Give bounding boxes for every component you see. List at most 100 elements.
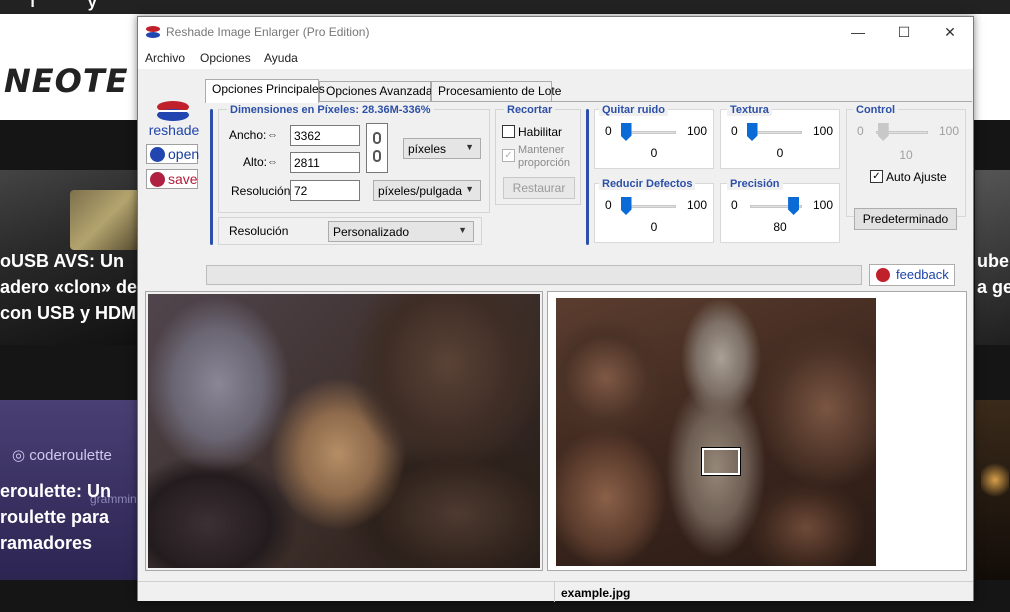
app-icon xyxy=(146,26,160,38)
control-slider[interactable]: Control 0 100 10 ✓ Auto Ajuste xyxy=(846,104,966,217)
full-image-pane[interactable] xyxy=(547,291,967,571)
precision-title: Precisión xyxy=(727,178,783,190)
slider-max: 100 xyxy=(687,124,708,138)
article-photo xyxy=(981,460,1009,500)
article-card[interactable] xyxy=(975,400,1010,580)
chain-link-toggle[interactable] xyxy=(366,123,388,173)
slider-max: 100 xyxy=(813,124,834,138)
status-divider xyxy=(554,582,555,602)
height-input[interactable]: 2811 xyxy=(290,152,360,173)
unit-select-value: píxeles xyxy=(408,142,447,156)
article-card[interactable]: oUSB AVS: Un adero «clon» de con USB y H… xyxy=(0,170,140,345)
slider-max: 100 xyxy=(939,124,960,138)
feedback-button[interactable]: feedback xyxy=(869,264,955,286)
restore-button[interactable]: Restaurar xyxy=(503,177,575,199)
keep-ratio-label: Mantener xyxy=(518,144,565,156)
open-icon xyxy=(150,147,165,162)
slider-min: 0 xyxy=(731,124,738,138)
default-button[interactable]: Predeterminado xyxy=(854,208,957,230)
tab-opciones-avanzadas[interactable]: Opciones Avanzadas xyxy=(319,81,439,101)
ladybug-icon xyxy=(876,268,890,282)
save-button[interactable]: save xyxy=(146,169,198,189)
section-accent xyxy=(210,109,213,245)
window-title: Reshade Image Enlarger (Pro Edition) xyxy=(166,25,370,39)
preset-group: Resolución Personalizado ▼ xyxy=(218,217,482,245)
section-accent xyxy=(586,109,589,245)
site-logo[interactable]: NEOTE xyxy=(4,62,129,100)
title-bar[interactable]: Reshade Image Enlarger (Pro Edition) — ☐… xyxy=(138,17,973,47)
article-title-line: oUSB AVS: Un xyxy=(0,251,124,271)
resolution-input[interactable]: 72 xyxy=(290,180,360,201)
zoom-preview-image xyxy=(148,294,540,568)
article-title-line: adero «clon» de xyxy=(0,277,138,297)
zoom-preview-pane[interactable] xyxy=(145,291,543,571)
unit-select[interactable]: píxeles ▼ xyxy=(403,138,481,159)
minimize-button[interactable]: — xyxy=(835,17,881,47)
article-brand: ◎ coderoulette xyxy=(12,447,112,464)
noise-slider[interactable]: Quitar ruido 0 100 0 xyxy=(594,104,714,169)
progress-bar xyxy=(206,265,862,285)
chevron-down-icon: ▼ xyxy=(458,225,467,235)
close-button[interactable]: ✕ xyxy=(927,17,973,47)
enable-crop-checkbox[interactable] xyxy=(502,125,515,138)
article-title-line: con USB y HDM xyxy=(0,303,137,323)
crop-title: Recortar xyxy=(504,104,556,116)
chain-link-icon xyxy=(373,132,381,144)
height-label: Alto: xyxy=(243,155,268,169)
slider-value: 0 xyxy=(776,146,784,160)
chevron-down-icon: ▼ xyxy=(465,184,474,194)
article-title-line: a ger xyxy=(977,277,1010,297)
slider-max: 100 xyxy=(687,198,708,212)
slider-thumb[interactable] xyxy=(788,197,800,215)
slider-thumb[interactable] xyxy=(620,197,632,215)
precision-slider[interactable]: Precisión 0 100 80 xyxy=(720,178,840,243)
keep-ratio-checkbox[interactable]: ✓ xyxy=(502,149,515,162)
zoom-selection-rect[interactable] xyxy=(701,447,741,476)
menu-opciones[interactable]: Opciones xyxy=(200,51,251,65)
menu-archivo[interactable]: Archivo xyxy=(145,51,185,65)
article-title-line: ramadores xyxy=(0,533,93,553)
slider-track xyxy=(624,205,676,208)
site-top-bar: f y xyxy=(0,0,1010,14)
menu-ayuda[interactable]: Ayuda xyxy=(264,51,298,65)
preset-select-value: Personalizado xyxy=(333,225,410,239)
brand-name: reshade xyxy=(148,122,200,138)
preset-label: Resolución xyxy=(229,224,289,238)
crop-group: Recortar Habilitar ✓ Mantener proporción… xyxy=(495,104,581,205)
auto-adjust-label: Auto Ajuste xyxy=(886,170,947,184)
menu-bar: Archivo Opciones Ayuda xyxy=(138,47,973,69)
texture-slider[interactable]: Textura 0 100 0 xyxy=(720,104,840,169)
feedback-label: feedback xyxy=(896,267,949,282)
slider-track xyxy=(624,131,676,134)
article-card[interactable]: ube: a ger xyxy=(975,170,1010,345)
slider-value: 0 xyxy=(650,220,658,234)
open-button[interactable]: open xyxy=(146,144,200,164)
slider-min: 0 xyxy=(857,124,864,138)
keep-ratio-label: proporción xyxy=(518,157,570,169)
save-label: save xyxy=(168,171,198,187)
article-photo xyxy=(70,190,140,250)
auto-adjust-checkbox[interactable]: ✓ xyxy=(870,170,883,183)
width-input[interactable]: 3362 xyxy=(290,125,360,146)
slider-thumb[interactable] xyxy=(877,123,889,141)
article-card[interactable]: ◎ coderoulette gramming game for dev ero… xyxy=(0,400,217,580)
social-icons[interactable]: f y xyxy=(30,0,121,12)
noise-title: Quitar ruido xyxy=(599,104,668,116)
chevron-down-icon: ▼ xyxy=(465,142,474,152)
slider-min: 0 xyxy=(605,124,612,138)
open-label: open xyxy=(168,146,200,162)
dimensions-group: Dimensiones en Píxeles: 28.36M-336% Anch… xyxy=(218,104,490,213)
preset-select[interactable]: Personalizado ▼ xyxy=(328,221,474,242)
slider-thumb[interactable] xyxy=(746,123,758,141)
slider-value: 10 xyxy=(899,148,913,162)
control-title: Control xyxy=(853,104,899,116)
tab-procesamiento-lote[interactable]: Procesamiento de Lote xyxy=(431,81,561,101)
resolution-unit-select[interactable]: píxeles/pulgada ▼ xyxy=(373,180,481,201)
tab-opciones-principales[interactable]: Opciones Principales xyxy=(205,79,325,103)
link-arrows-icon: ⇔ xyxy=(267,156,278,168)
slider-max: 100 xyxy=(813,198,834,212)
maximize-button[interactable]: ☐ xyxy=(881,17,927,47)
slider-thumb[interactable] xyxy=(620,123,632,141)
defects-slider[interactable]: Reducir Defectos 0 100 0 xyxy=(594,178,714,243)
chain-link-icon xyxy=(373,150,381,162)
